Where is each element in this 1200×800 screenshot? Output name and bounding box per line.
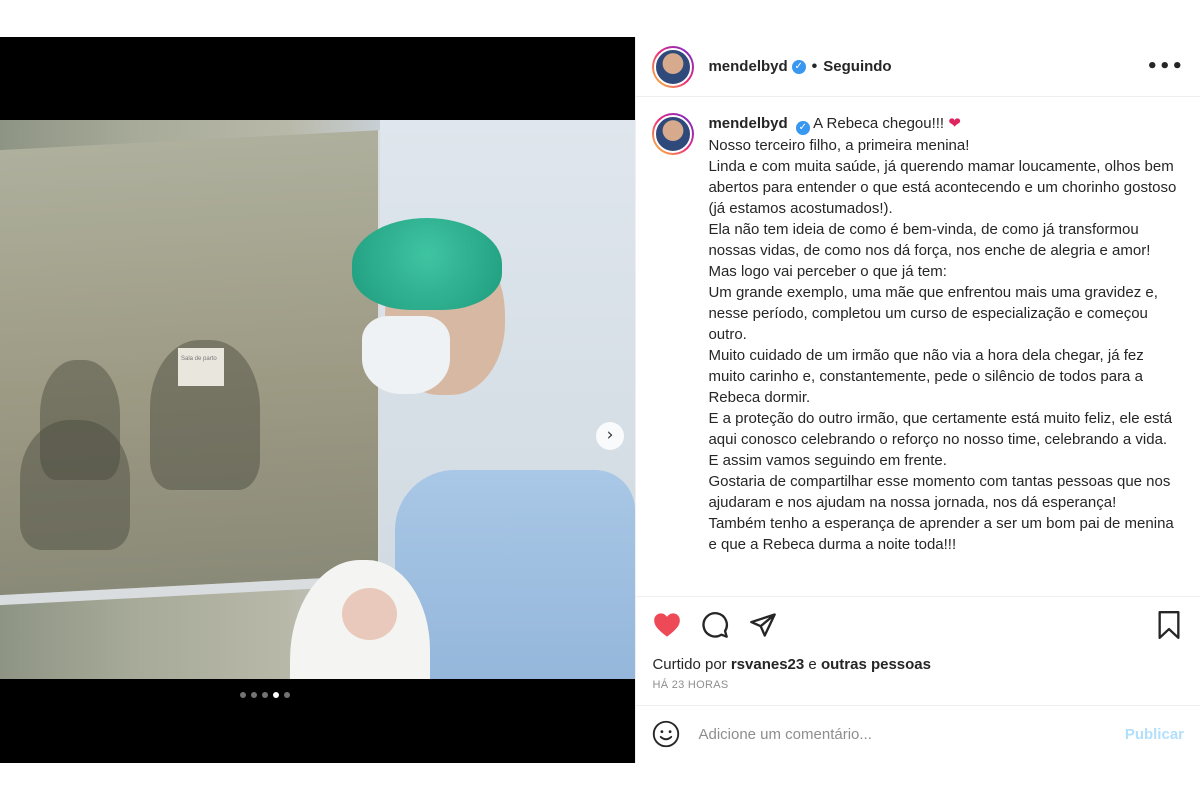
window-note: Sala de parto bbox=[178, 348, 224, 386]
comment-input[interactable] bbox=[696, 724, 1125, 744]
caption-text: mendelbyd ✓ A Rebeca chegou!!! ❤ Nosso t… bbox=[708, 113, 1178, 596]
caption-line: Linda e com muita saúde, já querendo mam… bbox=[708, 158, 1177, 218]
follow-status-button[interactable]: Seguindo bbox=[823, 58, 891, 75]
caption-line: Muito cuidado de um irmão que não via a … bbox=[708, 347, 1144, 407]
action-bar bbox=[636, 596, 1200, 652]
post-side-panel: mendelbyd ✓ • Seguindo ••• mendelbyd ✓ A… bbox=[635, 37, 1200, 763]
instagram-post: Sala de parto › mendelbyd ✓ • Seguindo •… bbox=[0, 37, 1200, 763]
carousel-next-button[interactable]: › bbox=[596, 422, 624, 450]
header-username[interactable]: mendelbyd bbox=[708, 58, 787, 75]
window-note-text: Sala de parto bbox=[181, 356, 217, 362]
likes-others-link[interactable]: outras pessoas bbox=[821, 656, 931, 673]
caption-area[interactable]: mendelbyd ✓ A Rebeca chegou!!! ❤ Nosso t… bbox=[636, 97, 1200, 596]
caption-avatar-image bbox=[654, 115, 693, 154]
likes-summary: Curtido por rsvanes23 e outras pessoas bbox=[636, 653, 1200, 677]
caption-line: Também tenho a esperança de aprender a s… bbox=[708, 515, 1174, 554]
header-separator: • bbox=[811, 57, 818, 75]
caption-line: Ela não tem ideia de como é bem-vinda, d… bbox=[708, 221, 1151, 260]
post-media[interactable]: Sala de parto › bbox=[0, 37, 636, 763]
caption-username[interactable]: mendelbyd bbox=[708, 115, 787, 132]
carousel-dot bbox=[251, 692, 257, 698]
caption-line: Um grande exemplo, uma mãe que enfrentou… bbox=[708, 284, 1158, 344]
likes-prefix: Curtido por bbox=[652, 655, 731, 673]
caption-line: E a proteção do outro irmão, que certame… bbox=[708, 410, 1173, 449]
more-options-icon[interactable]: ••• bbox=[1146, 56, 1184, 77]
caption-body: Nosso terceiro filho, a primeira menina!… bbox=[708, 135, 1178, 555]
carousel-dots bbox=[240, 692, 290, 698]
post-photo: Sala de parto bbox=[0, 120, 636, 679]
caption-line: Gostaria de compartilhar esse momento co… bbox=[708, 473, 1171, 512]
publish-button[interactable]: Publicar bbox=[1125, 726, 1184, 743]
caption-title: A Rebeca chegou!!! bbox=[813, 115, 949, 133]
verified-badge-icon: ✓ bbox=[791, 59, 806, 74]
caption-line: Nosso terceiro filho, a primeira menina! bbox=[708, 137, 970, 155]
emoji-icon[interactable] bbox=[652, 720, 680, 748]
surgical-mask bbox=[362, 316, 450, 394]
avatar[interactable] bbox=[652, 45, 695, 88]
carousel-dot bbox=[273, 692, 279, 698]
reflection-person-3 bbox=[20, 420, 130, 550]
send-icon[interactable] bbox=[748, 610, 778, 640]
carousel-dot bbox=[262, 692, 268, 698]
likes-middle: e bbox=[804, 655, 821, 673]
caption-verified-icon: ✓ bbox=[795, 121, 810, 136]
caption-avatar[interactable] bbox=[652, 113, 695, 156]
carousel-dot bbox=[284, 692, 290, 698]
post-timestamp[interactable]: HÁ 23 HORAS bbox=[636, 677, 1200, 705]
heart-emoji-icon: ❤ bbox=[948, 114, 961, 133]
heart-filled-icon[interactable] bbox=[652, 610, 682, 640]
comment-bar: Publicar bbox=[636, 704, 1200, 763]
avatar-image bbox=[654, 47, 693, 86]
liker-username[interactable]: rsvanes23 bbox=[731, 656, 804, 673]
carousel-dot bbox=[240, 692, 246, 698]
comment-icon[interactable] bbox=[700, 610, 730, 640]
post-header: mendelbyd ✓ • Seguindo ••• bbox=[636, 37, 1200, 98]
baby-face bbox=[342, 588, 397, 640]
bookmark-icon[interactable] bbox=[1154, 610, 1184, 640]
caption-line: Mas logo vai perceber o que já tem: bbox=[708, 263, 947, 281]
caption-line: E assim vamos seguindo em frente. bbox=[708, 452, 947, 470]
doctor-gown bbox=[395, 470, 635, 679]
surgical-cap bbox=[352, 218, 502, 310]
